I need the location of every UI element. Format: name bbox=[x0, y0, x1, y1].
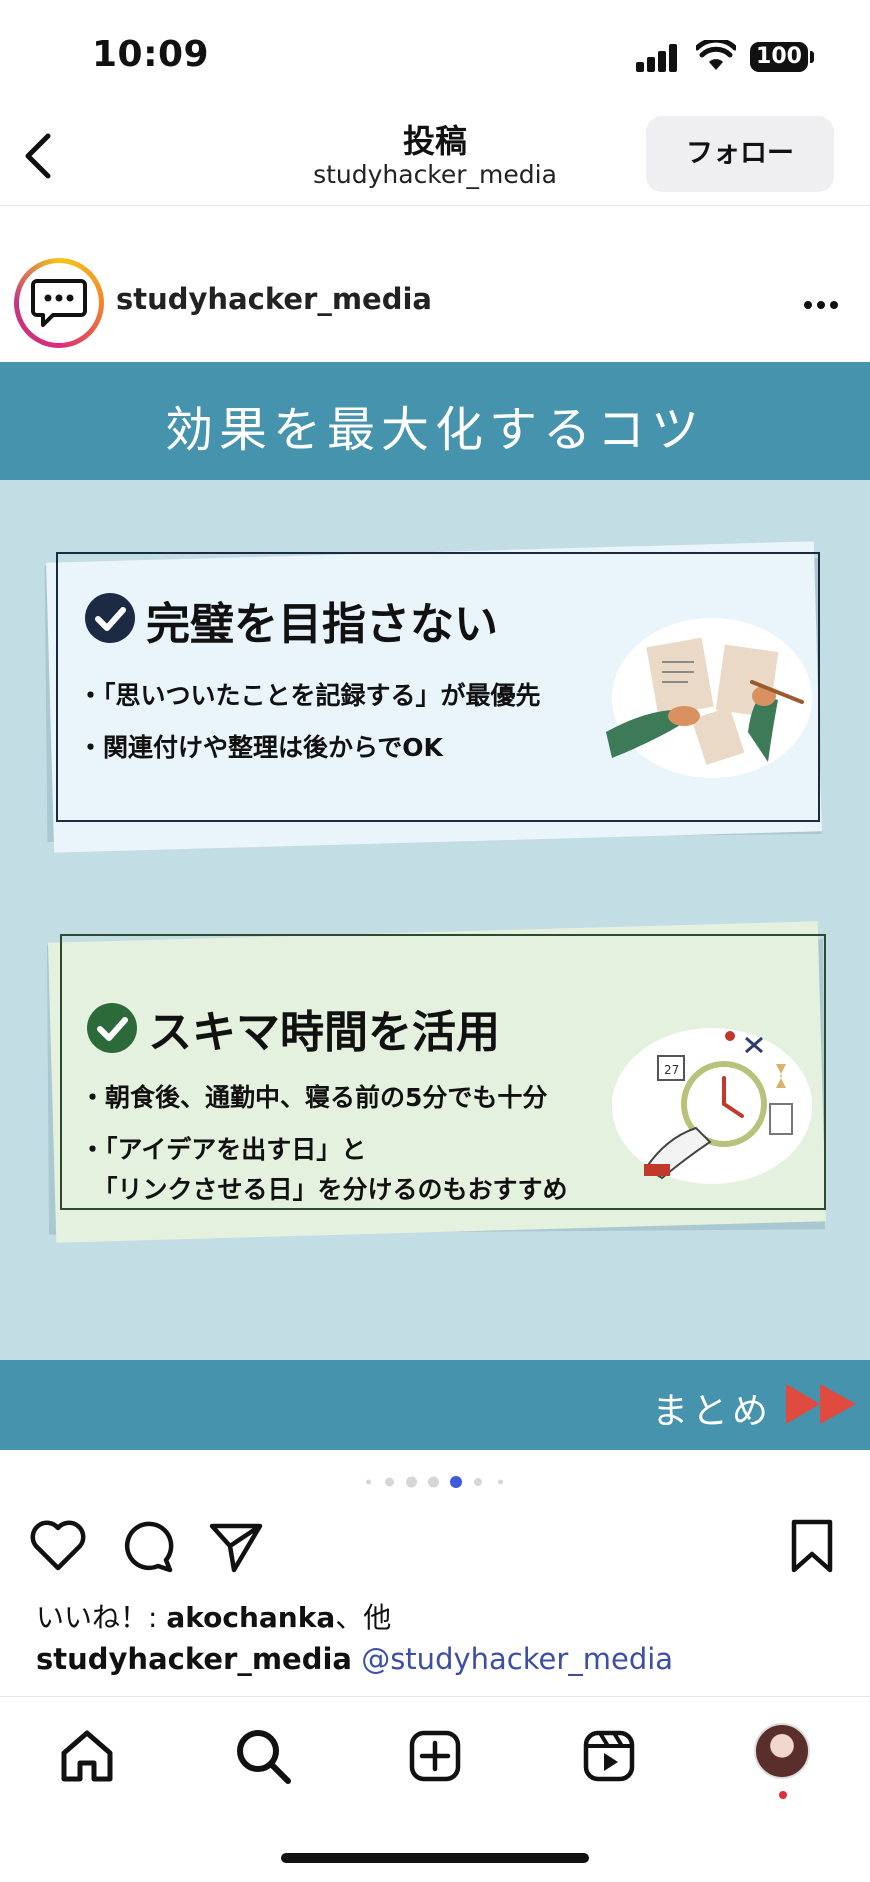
carousel-dot bbox=[406, 1476, 417, 1488]
wifi-icon bbox=[696, 40, 736, 70]
post-image-slide[interactable]: 効果を最大化するコツ 完璧を目指さない ・「思いついたことを記録する」が最優先 … bbox=[0, 362, 870, 1450]
card-bullet: ・「思いついたことを記録する」が最優先 bbox=[78, 681, 541, 710]
caption-username[interactable]: studyhacker_media bbox=[36, 1642, 352, 1676]
carousel-dot bbox=[498, 1479, 503, 1485]
card-bullet: ・朝食後、通勤中、寝る前の5分でも十分 bbox=[80, 1083, 548, 1112]
battery-tip bbox=[810, 51, 814, 63]
battery-icon: 100 bbox=[750, 42, 808, 72]
card-bullet: ・「アイデアを出す日」と bbox=[80, 1135, 367, 1164]
card-heading: 完璧を目指さない bbox=[146, 599, 498, 650]
double-arrow-right-icon bbox=[786, 1384, 856, 1424]
check-circle-icon bbox=[87, 1003, 137, 1053]
slide-title: 効果を最大化するコツ bbox=[164, 402, 705, 458]
likes-user-link[interactable]: akochanka bbox=[166, 1601, 335, 1634]
post-caption: studyhacker_media @studyhacker_media bbox=[36, 1642, 673, 1676]
carousel-dot bbox=[428, 1476, 439, 1488]
post-nav-header: 投稿 studyhacker_media フォロー bbox=[0, 110, 870, 206]
more-horizontal-icon[interactable] bbox=[796, 280, 846, 330]
chat-bubble-icon bbox=[31, 279, 87, 327]
status-time: 10:09 bbox=[92, 34, 210, 75]
check-circle-icon bbox=[85, 593, 135, 643]
avatar[interactable] bbox=[14, 258, 104, 348]
writing-hands-illustration bbox=[606, 618, 812, 778]
slide-footer-banner: まとめ bbox=[0, 1360, 870, 1450]
home-icon[interactable] bbox=[56, 1725, 118, 1787]
tip-card-perfection: 完璧を目指さない ・「思いついたことを記録する」が最優先 ・関連付けや整理は後か… bbox=[46, 541, 822, 853]
share-icon[interactable] bbox=[206, 1516, 266, 1576]
notification-dot bbox=[779, 1791, 787, 1799]
card-heading: スキマ時間を活用 bbox=[148, 1007, 500, 1058]
clock-schedule-illustration: 27 bbox=[612, 1028, 812, 1184]
likes-suffix: 、他 bbox=[335, 1601, 392, 1634]
svg-text:27: 27 bbox=[664, 1063, 679, 1077]
reels-icon[interactable] bbox=[578, 1725, 640, 1787]
status-bar: 10:09 100 bbox=[0, 0, 870, 110]
post-header: studyhacker_media bbox=[0, 256, 870, 352]
bookmark-icon[interactable] bbox=[782, 1516, 842, 1576]
carousel-dot bbox=[474, 1478, 482, 1486]
card-bullet: 「リンクさせる日」を分けるのもおすすめ bbox=[80, 1175, 568, 1204]
bottom-tab-bar bbox=[0, 1696, 870, 1882]
carousel-dot bbox=[385, 1477, 394, 1487]
heart-icon[interactable] bbox=[28, 1516, 88, 1576]
follow-button[interactable]: フォロー bbox=[646, 116, 834, 192]
carousel-dot bbox=[366, 1479, 371, 1485]
post-username[interactable]: studyhacker_media bbox=[116, 282, 432, 316]
likes-prefix: いいね！: bbox=[36, 1601, 167, 1634]
card-bullet: ・関連付けや整理は後からでOK bbox=[78, 733, 443, 762]
post-actions bbox=[0, 1508, 870, 1582]
likes-text: いいね！: akochanka、他 bbox=[36, 1596, 391, 1636]
comment-icon[interactable] bbox=[118, 1516, 178, 1576]
carousel-indicator bbox=[0, 1474, 870, 1490]
tip-card-spare-time: スキマ時間を活用 ・朝食後、通勤中、寝る前の5分でも十分 ・「アイデアを出す日」… bbox=[47, 921, 827, 1243]
slide-title-banner: 効果を最大化するコツ bbox=[0, 362, 870, 480]
search-icon[interactable] bbox=[232, 1725, 294, 1787]
home-indicator bbox=[281, 1853, 589, 1863]
footer-label: まとめ bbox=[652, 1391, 773, 1432]
carousel-dot-active bbox=[450, 1476, 462, 1488]
signal-icon bbox=[636, 44, 680, 72]
caption-mention[interactable]: @studyhacker_media bbox=[361, 1642, 673, 1676]
profile-avatar[interactable] bbox=[754, 1723, 810, 1779]
create-icon[interactable] bbox=[404, 1725, 466, 1787]
